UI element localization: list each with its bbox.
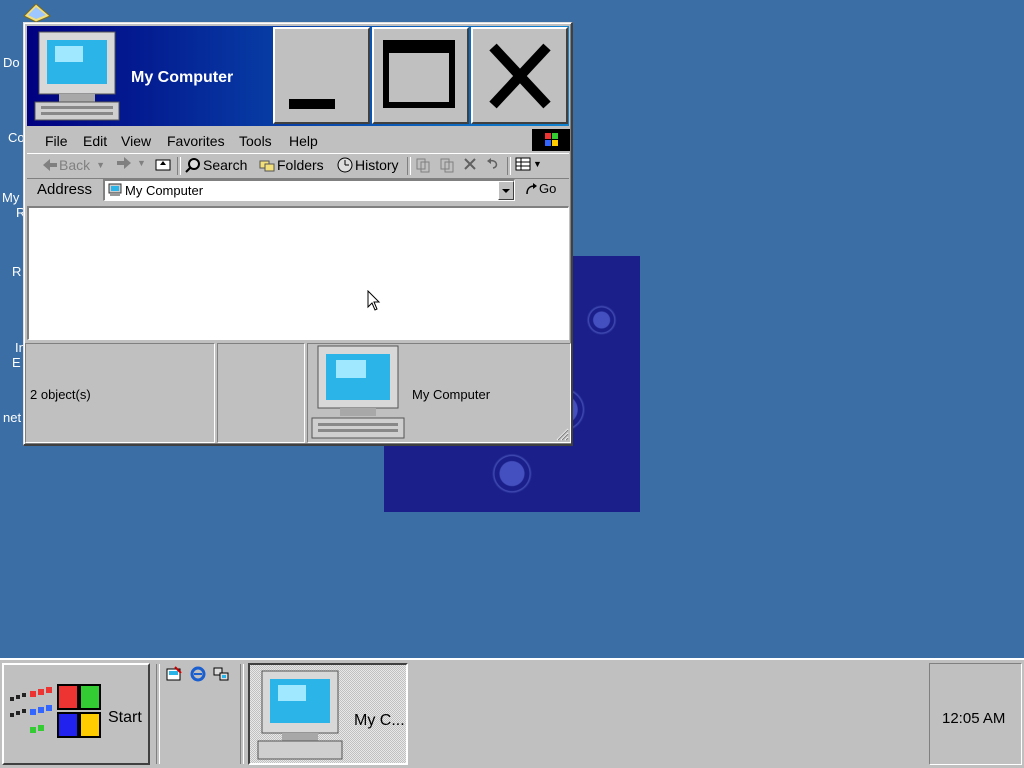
- status-bar: 2 object(s) My Computer: [25, 343, 571, 443]
- close-icon: [489, 43, 551, 109]
- toolbar-separator: [407, 157, 411, 175]
- move-to-icon: [416, 158, 430, 173]
- menu-view[interactable]: View: [121, 133, 151, 149]
- chevron-down-icon: ▼: [533, 159, 542, 169]
- folders-icon: [259, 160, 275, 172]
- desktop-icon-label[interactable]: E: [12, 355, 21, 370]
- desktop-icon-label[interactable]: My: [2, 190, 19, 205]
- taskbar-separator: [240, 664, 244, 764]
- status-location: My Computer: [412, 387, 491, 402]
- views-icon: [515, 157, 531, 171]
- chevron-down-icon: ▼: [96, 160, 106, 170]
- undo-icon: [487, 158, 498, 169]
- clock[interactable]: 12:05 AM: [942, 710, 1005, 727]
- desktop-icon-label[interactable]: net: [3, 410, 21, 425]
- address-value: My Computer: [125, 183, 204, 198]
- minimize-icon: [289, 99, 335, 109]
- back-label: Back: [59, 157, 91, 173]
- address-bar: Address My Computer Go: [27, 179, 569, 203]
- title-bar[interactable]: My Computer: [27, 26, 569, 126]
- folders-button[interactable]: Folders: [259, 157, 324, 173]
- status-pane-empty: [217, 343, 305, 443]
- history-label: History: [355, 157, 399, 173]
- status-pane-location: My Computer: [307, 343, 571, 443]
- back-arrow-icon: [43, 159, 57, 171]
- menu-edit[interactable]: Edit: [83, 133, 107, 149]
- desktop-icon-label[interactable]: R: [12, 264, 21, 279]
- go-arrow-icon: [526, 182, 537, 194]
- address-label: Address: [37, 181, 93, 198]
- views-button[interactable]: ▼: [515, 157, 542, 171]
- maximize-icon: [383, 40, 455, 108]
- menu-bar: File Edit View Favorites Tools Help: [27, 129, 570, 151]
- history-button[interactable]: History: [337, 157, 399, 173]
- window-title: My Computer: [131, 69, 234, 86]
- toolbar-separator: [177, 157, 181, 175]
- toolbar-separator: [507, 157, 511, 175]
- show-desktop-icon[interactable]: [166, 666, 182, 682]
- menu-help[interactable]: Help: [289, 133, 318, 149]
- copy-to-icon: [440, 158, 454, 173]
- my-computer-icon: [311, 345, 405, 439]
- search-button[interactable]: Search: [185, 157, 247, 173]
- file-view-pane[interactable]: [27, 206, 569, 340]
- search-icon: [185, 158, 200, 173]
- delete-button[interactable]: [463, 157, 477, 171]
- menu-tools[interactable]: Tools: [239, 133, 272, 149]
- folder-icon[interactable]: [22, 2, 52, 22]
- taskbar-button-label: My C...: [354, 712, 405, 729]
- taskbar-button-my-computer[interactable]: My C...: [248, 663, 408, 765]
- forward-button[interactable]: ▼: [117, 157, 146, 169]
- menu-file[interactable]: File: [45, 133, 68, 149]
- start-button[interactable]: Start: [2, 663, 150, 765]
- mouse-cursor-icon: [367, 290, 381, 311]
- folders-label: Folders: [277, 157, 324, 173]
- address-dropdown-button[interactable]: [498, 181, 514, 200]
- delete-icon: [464, 158, 476, 170]
- resize-grip-icon[interactable]: [555, 427, 569, 441]
- chevron-down-icon: [502, 189, 510, 193]
- object-count: 2 object(s): [30, 387, 91, 402]
- channels-icon[interactable]: [213, 666, 229, 682]
- search-label: Search: [203, 157, 248, 173]
- start-label: Start: [108, 709, 142, 726]
- taskbar: Start My C... 12:05 AM: [0, 658, 1024, 768]
- up-folder-button[interactable]: [155, 157, 171, 171]
- up-folder-icon: [155, 159, 171, 171]
- go-label: Go: [539, 181, 557, 196]
- status-pane-count: 2 object(s): [25, 343, 215, 443]
- undo-button[interactable]: [485, 157, 501, 171]
- my-computer-window: My Computer File Edit View Favorites Too…: [23, 22, 573, 446]
- copy-to-button[interactable]: [439, 157, 455, 173]
- maximize-button[interactable]: [372, 27, 469, 124]
- minimize-button[interactable]: [273, 27, 370, 124]
- chevron-down-icon: ▼: [137, 158, 146, 168]
- my-computer-icon: [257, 670, 343, 760]
- standard-toolbar: Back ▼ ▼ Search Folders History ▼: [27, 153, 569, 179]
- my-computer-icon: [34, 31, 120, 121]
- close-button[interactable]: [471, 27, 568, 124]
- history-icon: [337, 157, 353, 173]
- move-to-button[interactable]: [415, 157, 431, 173]
- address-input[interactable]: My Computer: [103, 179, 515, 201]
- go-button[interactable]: Go: [525, 181, 556, 196]
- taskbar-separator: [156, 664, 160, 764]
- back-button[interactable]: Back ▼: [43, 157, 105, 173]
- windows-logo-icon: [10, 684, 101, 738]
- forward-arrow-icon: [117, 157, 131, 169]
- desktop-icon-label[interactable]: Do: [3, 55, 20, 70]
- system-tray: 12:05 AM: [929, 663, 1022, 765]
- menu-favorites[interactable]: Favorites: [167, 133, 225, 149]
- my-computer-icon: [108, 183, 122, 196]
- internet-explorer-icon[interactable]: [190, 666, 206, 682]
- windows-logo-icon: [532, 129, 570, 151]
